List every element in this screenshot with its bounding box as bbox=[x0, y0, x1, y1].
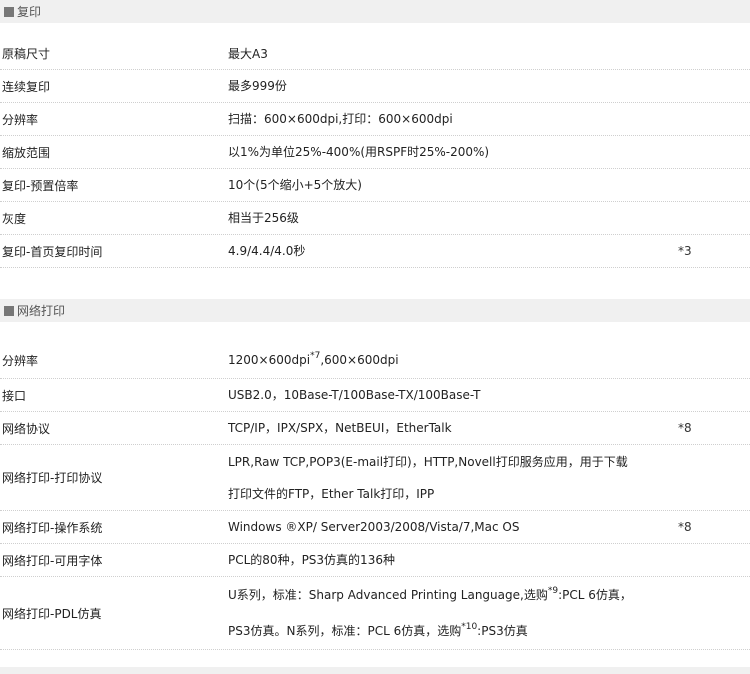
row-value: LPR,Raw TCP,POP3(E-mail打印)，HTTP,Novell打印… bbox=[228, 445, 678, 510]
table-row: 网络打印-可用字体 PCL的80种，PS3仿真的136种 bbox=[0, 544, 750, 577]
table-row: 原稿尺寸 最大A3 bbox=[0, 38, 750, 70]
value-line: 打印文件的FTP，Ether Talk打印，IPP bbox=[228, 486, 435, 501]
row-label: 连续复印 bbox=[2, 79, 51, 94]
row-label: 灰度 bbox=[2, 211, 27, 226]
row-note bbox=[678, 169, 748, 201]
row-value: 扫描：600×600dpi,打印：600×600dpi bbox=[228, 112, 453, 126]
row-label: 网络打印-操作系统 bbox=[2, 520, 103, 535]
row-note bbox=[678, 202, 748, 234]
row-note bbox=[678, 70, 748, 102]
row-value: 最多999份 bbox=[228, 79, 287, 93]
row-value: 4.9/4.4/4.0秒 bbox=[228, 244, 306, 258]
table-row: 网络打印-打印协议 LPR,Raw TCP,POP3(E-mail打印)，HTT… bbox=[0, 445, 750, 511]
row-label: 分辨率 bbox=[2, 353, 39, 368]
table-row: 接口 USB2.0，10Base-T/100Base-TX/100Base-T bbox=[0, 379, 750, 412]
table-row: 灰度 相当于256级 bbox=[0, 202, 750, 235]
row-note: *8 bbox=[678, 421, 692, 435]
row-note bbox=[678, 38, 748, 69]
network-section-header: 网络打印 bbox=[0, 299, 750, 322]
section-title: 复印 bbox=[17, 5, 42, 19]
row-label: 接口 bbox=[2, 388, 27, 403]
row-value: 相当于256级 bbox=[228, 211, 299, 225]
value-text: :PS3仿真 bbox=[477, 624, 528, 638]
footnote-sup: *9 bbox=[547, 586, 559, 596]
row-value: 以1%为单位25%-400%(用RSPF时25%-200%) bbox=[228, 145, 490, 159]
row-label: 网络打印-打印协议 bbox=[2, 471, 103, 485]
row-value: 最大A3 bbox=[228, 46, 268, 61]
row-label: 网络打印-可用字体 bbox=[2, 553, 103, 568]
row-label: 分辨率 bbox=[2, 112, 39, 127]
row-value: 10个(5个缩小+5个放大) bbox=[228, 178, 362, 192]
row-label: 网络打印-PDL仿真 bbox=[2, 606, 102, 621]
value-text: PS3仿真。N系列，标准：PCL 6仿真，选购 bbox=[228, 624, 462, 638]
copy-section-header: 复印 bbox=[0, 0, 750, 23]
row-label: 网络协议 bbox=[2, 421, 51, 436]
copy-table: 原稿尺寸 最大A3 连续复印 最多999份 分辨率 扫描：600×600dpi,… bbox=[0, 38, 750, 268]
table-row: 分辨率 扫描：600×600dpi,打印：600×600dpi bbox=[0, 103, 750, 136]
row-value: PCL的80种，PS3仿真的136种 bbox=[228, 553, 395, 567]
row-note bbox=[678, 136, 748, 168]
row-value: TCP/IP，IPX/SPX，NetBEUI，EtherTalk bbox=[228, 421, 452, 435]
footnote-sup: *7 bbox=[310, 351, 321, 361]
row-note: *3 bbox=[678, 244, 692, 258]
section-title: 网络打印 bbox=[17, 304, 66, 318]
value-text: ,600×600dpi bbox=[320, 353, 399, 367]
row-value: USB2.0，10Base-T/100Base-TX/100Base-T bbox=[228, 388, 481, 402]
row-label: 原稿尺寸 bbox=[2, 47, 51, 61]
table-row: 网络打印-PDL仿真 U系列，标准：Sharp Advanced Printin… bbox=[0, 577, 750, 650]
value-text: :PCL 6仿真， bbox=[558, 588, 632, 602]
value-text: U系列，标准：Sharp Advanced Printing Language,… bbox=[228, 588, 548, 602]
row-label: 复印-预置倍率 bbox=[2, 178, 79, 193]
table-row: 复印-预置倍率 10个(5个缩小+5个放大) bbox=[0, 169, 750, 202]
row-note: *8 bbox=[678, 520, 692, 534]
table-row: 分辨率 1200×600dpi*7,600×600dpi bbox=[0, 342, 750, 379]
row-label: 复印-首页复印时间 bbox=[2, 244, 103, 259]
network-table: 分辨率 1200×600dpi*7,600×600dpi 接口 USB2.0，1… bbox=[0, 342, 750, 650]
row-value: U系列，标准：Sharp Advanced Printing Language,… bbox=[228, 577, 678, 649]
table-row: 连续复印 最多999份 bbox=[0, 70, 750, 103]
row-value: 1200×600dpi*7,600×600dpi bbox=[228, 342, 678, 378]
table-row: 缩放范围 以1%为单位25%-400%(用RSPF时25%-200%) bbox=[0, 136, 750, 169]
row-note bbox=[678, 103, 748, 135]
row-label: 缩放范围 bbox=[2, 145, 51, 160]
row-value: Windows ®XP/ Server2003/2008/Vista/7,Mac… bbox=[228, 520, 520, 534]
value-line: LPR,Raw TCP,POP3(E-mail打印)，HTTP,Novell打印… bbox=[228, 454, 628, 469]
table-row: 网络协议 TCP/IP，IPX/SPX，NetBEUI，EtherTalk *8 bbox=[0, 412, 750, 445]
square-bullet-icon bbox=[4, 305, 14, 316]
footnote-sup: *10 bbox=[461, 622, 478, 632]
table-row: 网络打印-操作系统 Windows ®XP/ Server2003/2008/V… bbox=[0, 511, 750, 544]
square-bullet-icon bbox=[4, 6, 14, 17]
bottom-section-bar bbox=[0, 667, 750, 674]
value-text: 1200×600dpi bbox=[228, 353, 311, 367]
table-row: 复印-首页复印时间 4.9/4.4/4.0秒 *3 bbox=[0, 235, 750, 268]
